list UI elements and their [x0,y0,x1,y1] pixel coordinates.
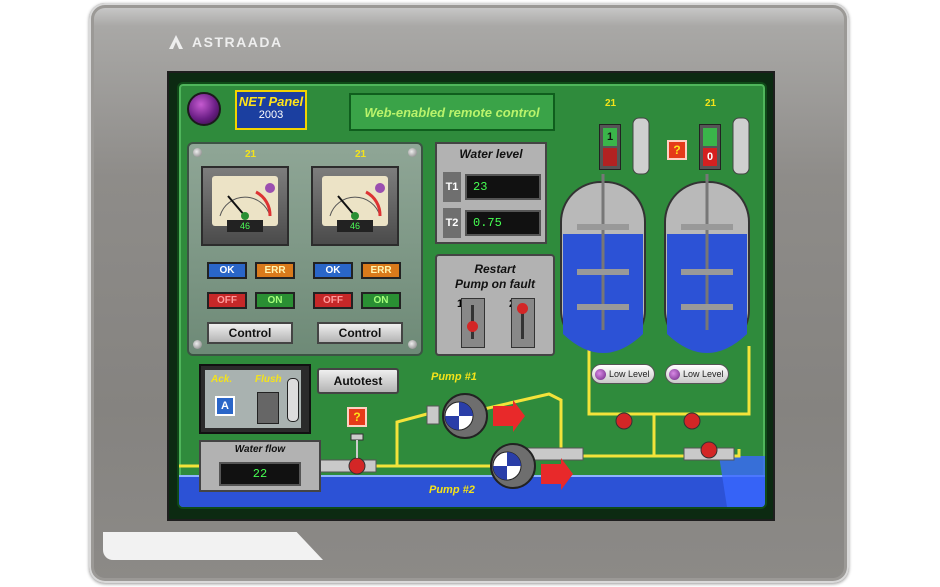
net-panel-title: NET Panel [238,94,304,109]
tank-2-low-level-indicator: Low Level [665,364,729,384]
tank-1-label: 21 [605,98,617,109]
gauge-1-on-button[interactable]: ON [255,292,295,309]
gauge-2-err-button[interactable]: ERR [361,262,401,279]
gauge-1-off-button[interactable]: OFF [207,292,247,309]
water-flow-title: Water flow [234,444,286,455]
gauge-1-control-button[interactable]: Control [207,322,293,344]
restart-panel: Restart Pump on fault 1 2 [435,254,555,356]
gauge-2-reading: 46 [337,220,373,232]
menu-round-button[interactable] [187,92,221,126]
restart-switch-2[interactable] [511,298,535,348]
water-level-panel: Water level T1 23 T2 0.75 [435,142,547,244]
autotest-button[interactable]: Autotest [317,368,399,394]
gauge-2-control-button[interactable]: Control [317,322,403,344]
pump-1-label: Pump #1 [431,371,477,383]
gauge-1-ok-button[interactable]: OK [207,262,247,279]
help-button-valve[interactable]: ? [347,407,367,427]
tank-2 [664,174,750,353]
pump-2-label: Pump #2 [429,484,475,496]
gauge-dial-icon [322,176,388,226]
flush-label: Flush [255,374,282,385]
gauge-1: 46 [201,166,289,246]
help-button-tank[interactable]: ? [667,140,687,160]
tank-1-low-level-indicator: Low Level [591,364,655,384]
t2-value-display: 0.75 [465,210,541,236]
low-level-lamp-icon [669,368,680,380]
ack-flush-panel: Ack. Flush A [199,364,311,434]
water-level-title: Water level [459,147,523,161]
gauge-2-ok-button[interactable]: OK [313,262,353,279]
gauge-dial-icon [212,176,278,226]
gauge-1-label: 21 [245,149,257,160]
pump-2[interactable] [490,443,536,489]
restart-title: Restart Pump on fault [437,262,553,292]
gauge-2-off-button[interactable]: OFF [313,292,353,309]
net-panel-year: 2003 [258,109,284,121]
flush-level-indicator [287,378,299,422]
pump-1[interactable] [442,393,488,439]
tank-2-label: 21 [705,98,717,109]
flush-switch[interactable] [257,392,279,424]
screw-icon [408,148,417,157]
gauge-1-err-button[interactable]: ERR [255,262,295,279]
tank-1-indicator[interactable]: 1 [599,124,621,170]
tank-1-indicator-value: 1 [603,128,617,146]
web-enabled-banner: Web-enabled remote control [349,93,555,131]
water-flow-panel: Water flow 22 [199,440,321,492]
restart-title-line1: Restart [474,262,516,276]
screw-icon [193,148,202,157]
gauges-panel: 21 21 46 46 OK ERR OFF ON Control OK ERR… [187,142,423,356]
restart-switch-1[interactable] [461,298,485,348]
gauge-2-on-button[interactable]: ON [361,292,401,309]
gauge-2-label: 21 [355,149,367,160]
tank-2-indicator-value: 0 [703,148,717,166]
brand-name: ASTRAADA [192,34,283,50]
low-level-lamp-icon [595,368,606,380]
ack-button[interactable]: A [215,396,235,416]
screw-icon [193,340,202,349]
tank-2-indicator[interactable]: 0 [699,124,721,170]
ack-label: Ack. [211,374,233,385]
bezel-bottom-strip [103,532,323,560]
net-panel-badge: NET Panel 2003 [235,90,307,130]
hmi-panel: NET Panel 2003 Web-enabled remote contro… [177,82,767,509]
t1-value-display: 23 [465,174,541,200]
restart-title-line2: Pump on fault [455,277,535,291]
t2-label: T2 [443,208,461,238]
t1-label: T1 [443,172,461,202]
tank-2-low-level-label: Low Level [683,369,724,379]
gauge-1-reading: 46 [227,220,263,232]
astraada-logo-icon [169,35,183,49]
tank-1-low-level-label: Low Level [609,369,650,379]
gauge-2: 46 [311,166,399,246]
water-flow-display: 22 [219,462,301,486]
tank-1 [560,174,646,353]
screw-icon [408,340,417,349]
brand-logo: ASTRAADA [168,34,283,50]
